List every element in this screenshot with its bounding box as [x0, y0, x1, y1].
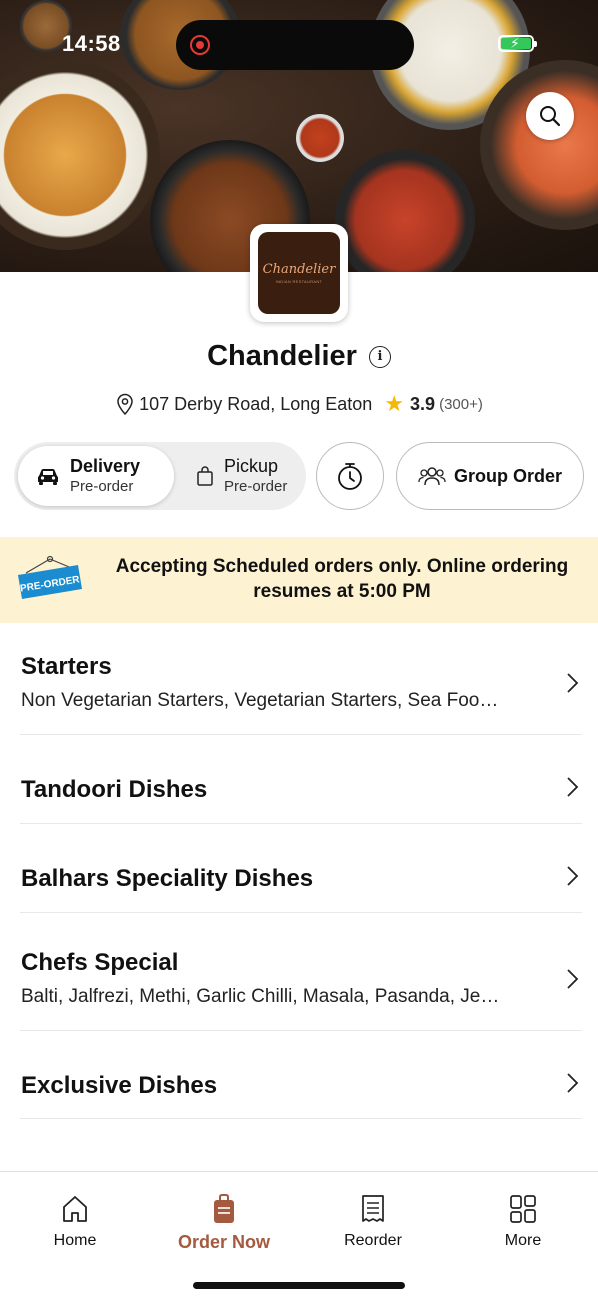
menu-category-item[interactable]: Balhars Speciality Dishes	[20, 824, 582, 913]
search-icon	[540, 106, 561, 127]
stopwatch-icon	[338, 463, 362, 490]
preorder-sign-icon: PRE-ORDER	[18, 555, 82, 599]
rating-value: 3.9	[410, 393, 436, 414]
group-people-icon	[418, 467, 446, 486]
rating-count: (300+)	[439, 395, 483, 413]
dynamic-island	[176, 20, 414, 70]
delivery-option[interactable]: Delivery Pre-order	[18, 446, 174, 506]
delivery-label: Delivery	[70, 456, 141, 477]
pickup-option[interactable]: Pickup Pre-order	[182, 446, 304, 506]
restaurant-name: Chandelier	[207, 340, 357, 372]
category-name: Exclusive Dishes	[21, 1072, 218, 1099]
chevron-right-icon	[567, 969, 579, 989]
category-description: Non Vegetarian Starters, Vegetarian Star…	[21, 690, 499, 711]
receipt-icon	[362, 1195, 384, 1222]
tab-label: Reorder	[344, 1232, 402, 1249]
category-name: Chefs Special	[21, 949, 179, 976]
home-icon	[63, 1196, 87, 1222]
tab-label: Home	[53, 1232, 97, 1249]
chevron-right-icon	[567, 866, 579, 886]
pickup-sub: Pre-order	[224, 477, 288, 495]
dish-image	[0, 60, 160, 250]
restaurant-logo: Chandelier INDIAN RESTAURANT	[250, 224, 348, 322]
menu-category-item[interactable]: Exclusive Dishes	[20, 1031, 582, 1119]
category-name: Tandoori Dishes	[21, 776, 208, 803]
schedule-button[interactable]	[316, 442, 384, 510]
status-time: 14:58	[62, 31, 121, 56]
car-icon	[38, 469, 58, 485]
search-button[interactable]	[526, 92, 574, 140]
category-name: Balhars Speciality Dishes	[21, 865, 314, 892]
chevron-right-icon	[567, 1073, 579, 1093]
grid-icon	[510, 1195, 536, 1223]
restaurant-address: 107 Derby Road, Long Eaton	[139, 393, 373, 414]
menu-category-item[interactable]: Starters Non Vegetarian Starters, Vegeta…	[20, 623, 582, 735]
menu-category-item[interactable]: Chefs Special Balti, Jalfrezi, Methi, Ga…	[20, 913, 582, 1031]
group-order-label: Group Order	[453, 465, 562, 486]
order-mode-switch: Delivery Pre-order Pickup Pre-order	[14, 442, 306, 510]
order-bag-icon	[214, 1194, 234, 1223]
tab-order-now[interactable]: Order Now	[164, 1194, 284, 1253]
chevron-right-icon	[567, 673, 579, 693]
tab-reorder[interactable]: Reorder	[313, 1194, 433, 1250]
dish-image	[335, 150, 475, 272]
logo-text: Chandelier	[262, 262, 336, 277]
chevron-right-icon	[567, 777, 579, 797]
delivery-sub: Pre-order	[70, 477, 134, 495]
dish-image	[296, 114, 344, 162]
shopping-bag-icon	[197, 466, 213, 486]
pickup-label: Pickup	[224, 456, 279, 477]
group-order-button[interactable]: Group Order	[396, 442, 584, 510]
tab-home[interactable]: Home	[15, 1194, 135, 1250]
category-name: Starters	[21, 653, 112, 680]
battery-icon: ⚡	[498, 35, 537, 52]
location-pin-icon	[117, 393, 133, 415]
tab-label: More	[504, 1232, 542, 1249]
banner-message: Accepting Scheduled orders only. Online …	[115, 556, 569, 603]
home-indicator	[193, 1282, 405, 1289]
tab-label: Order Now	[177, 1232, 270, 1252]
info-icon[interactable]: i	[368, 345, 391, 368]
recording-icon	[190, 35, 210, 55]
bottom-tab-bar: Home Order Now Reorder More	[0, 1171, 598, 1300]
tab-more[interactable]: More	[463, 1194, 583, 1250]
menu-category-item[interactable]: Tandoori Dishes	[20, 735, 582, 824]
category-description: Balti, Jalfrezi, Methi, Garlic Chilli, M…	[21, 986, 500, 1007]
preorder-banner: PRE-ORDER Accepting Scheduled orders onl…	[0, 537, 598, 623]
star-icon: ★	[384, 391, 405, 416]
logo-subtext: INDIAN RESTAURANT	[275, 279, 323, 284]
